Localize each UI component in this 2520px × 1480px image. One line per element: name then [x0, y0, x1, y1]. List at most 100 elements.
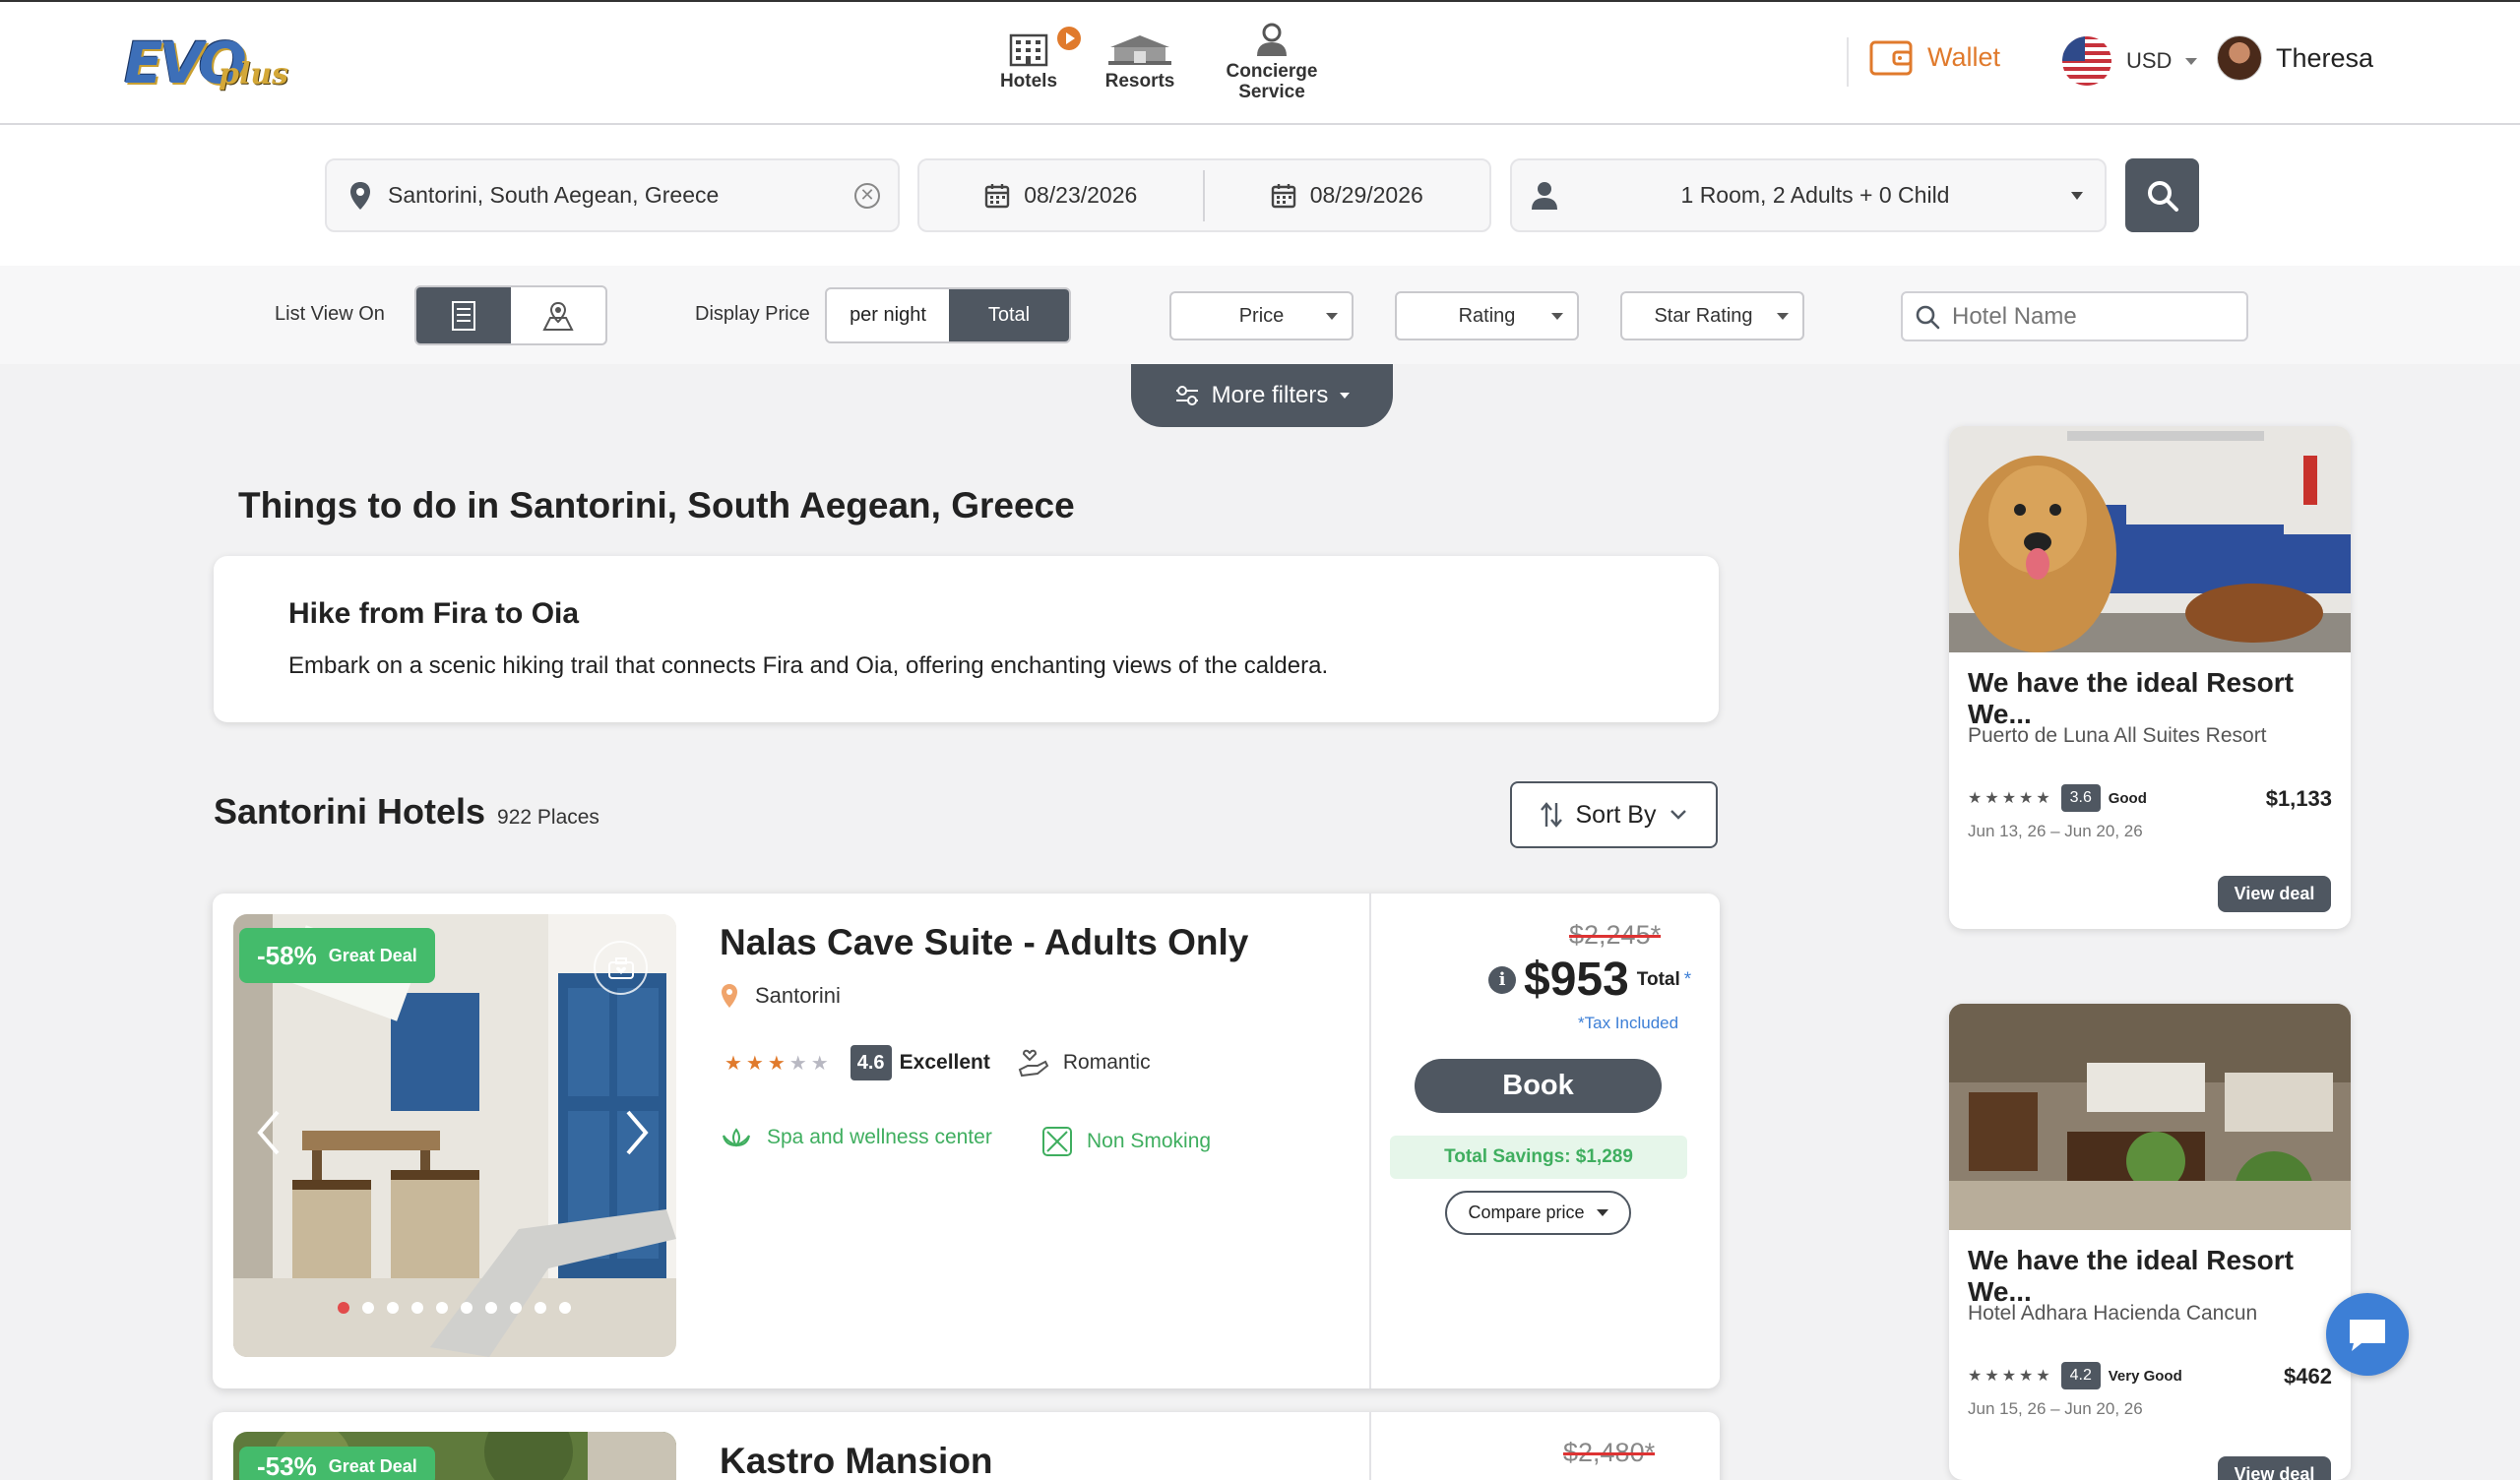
pagination-dot[interactable]: [559, 1302, 571, 1314]
destination-field[interactable]: Santorini, South Aegean, Greece ✕: [325, 158, 900, 232]
info-icon[interactable]: i: [1488, 965, 1516, 994]
compare-price-label: Compare price: [1468, 1202, 1585, 1222]
rating-text: Very Good: [2108, 1367, 2182, 1385]
current-price-row: i $953 Total *: [1488, 953, 1691, 1007]
chevron-down-icon: [2071, 191, 2083, 200]
list-document-icon: [452, 300, 475, 331]
nav-resorts-label: Resorts: [1104, 71, 1175, 92]
map-view-button[interactable]: [511, 287, 605, 343]
evo-plus-logo[interactable]: EVO plus: [124, 30, 288, 100]
checkout-value: 08/29/2026: [1309, 182, 1423, 208]
sort-by-label: Sort By: [1575, 800, 1657, 829]
star-rating-icons: ★★★★★: [1968, 1368, 2053, 1385]
favorite-button[interactable]: [594, 941, 648, 995]
user-menu[interactable]: Theresa: [2217, 35, 2373, 81]
amenity-non-smoking-label: Non Smoking: [1087, 1130, 1212, 1152]
pagination-dot[interactable]: [510, 1302, 522, 1314]
chevron-right-icon[interactable]: [622, 1108, 652, 1157]
date-range-field[interactable]: 08/23/2026 08/29/2026: [917, 158, 1491, 232]
ad-title: We have the ideal Resort We...: [1968, 667, 2294, 729]
location-pin-icon: [350, 181, 370, 210]
wallet-button[interactable]: Wallet: [1868, 37, 2000, 77]
ad-subtitle: Hotel Adhara Hacienda Cancun: [1968, 1302, 2258, 1325]
things-to-do-title: Things to do in Santorini, South Aegean,…: [238, 485, 1075, 525]
view-deal-button[interactable]: View deal: [2218, 1456, 2331, 1480]
total-savings-badge: Total Savings: $1,289: [1390, 1136, 1687, 1179]
spa-lotus-icon: [723, 1128, 750, 1147]
nav-concierge[interactable]: Concierge Service: [1217, 22, 1327, 102]
chat-button[interactable]: [2326, 1293, 2409, 1376]
deal-badge: -53% Great Deal: [239, 1447, 435, 1480]
chevron-down-icon: [1340, 393, 1351, 399]
view-toggle[interactable]: [414, 285, 607, 345]
resort-ad-card[interactable]: We have the ideal Resort We... Hotel Adh…: [1949, 1004, 2351, 1480]
hotel-name-search[interactable]: [1901, 291, 2248, 341]
activity-card[interactable]: Hike from Fira to Oia Embark on a scenic…: [214, 556, 1719, 722]
more-filters-button[interactable]: More filters: [1131, 364, 1393, 427]
pagination-dot[interactable]: [485, 1302, 497, 1314]
rating-filter-dropdown[interactable]: Rating: [1395, 291, 1579, 340]
deal-badge: -58% Great Deal: [239, 928, 435, 983]
chevron-left-icon[interactable]: [254, 1108, 284, 1157]
pagination-dot[interactable]: [461, 1302, 472, 1314]
resort-ad-card[interactable]: We have the ideal Resort We... Puerto de…: [1949, 426, 2351, 929]
currency-selector[interactable]: USD: [2061, 35, 2198, 87]
resort-lounge-photo: [1949, 1004, 2351, 1230]
nav-hotels[interactable]: Hotels: [994, 31, 1063, 92]
concierge-person-icon: [1257, 23, 1287, 56]
chat-bubble-icon: [2350, 1320, 2385, 1351]
guests-field[interactable]: 1 Room, 2 Adults + 0 Child: [1510, 158, 2107, 232]
price-column-divider: [1369, 894, 1371, 1388]
search-icon: [1916, 305, 1940, 329]
tax-note: *Tax Included: [1578, 1014, 1679, 1032]
price-suffix: Total: [1636, 968, 1680, 990]
star-rating-filter-label: Star Rating: [1654, 304, 1753, 327]
original-price: $2,480*: [1563, 1438, 1656, 1467]
pagination-dot[interactable]: [387, 1302, 399, 1314]
hotel-name[interactable]: Nalas Cave Suite - Adults Only: [720, 922, 1248, 963]
pagination-dot[interactable]: [362, 1302, 374, 1314]
avatar: [2217, 35, 2262, 81]
more-filters-label: More filters: [1211, 382, 1329, 408]
discount-value: -58%: [257, 940, 317, 970]
ad-price: $462: [2284, 1364, 2332, 1388]
calendar-icon: [1271, 183, 1295, 208]
romantic-heart-hand-icon: [1018, 1049, 1049, 1078]
pagination-dot[interactable]: [535, 1302, 546, 1314]
hotel-name[interactable]: Kastro Mansion: [720, 1441, 993, 1480]
hotel-location-text: Santorini: [755, 983, 841, 1008]
checkin-field[interactable]: 08/23/2026: [919, 182, 1203, 209]
ad-dates: Jun 15, 26 – Jun 20, 26: [1968, 1399, 2143, 1418]
price-column-divider: [1369, 1412, 1371, 1480]
search-button[interactable]: [2125, 158, 2199, 232]
book-button[interactable]: Book: [1415, 1059, 1662, 1113]
star-rating-icons: ★★★★★: [1968, 790, 2053, 807]
total-option[interactable]: Total: [948, 289, 1069, 341]
ad-title: We have the ideal Resort We...: [1968, 1245, 2294, 1307]
amenity-non-smoking: Non Smoking: [1041, 1126, 1211, 1157]
chevron-down-icon: [1551, 312, 1563, 320]
sort-arrows-icon: [1540, 802, 1562, 828]
sort-by-button[interactable]: Sort By: [1510, 781, 1718, 848]
nav-hotels-label: Hotels: [999, 71, 1058, 92]
per-night-option[interactable]: per night: [827, 289, 949, 341]
view-deal-button[interactable]: View deal: [2218, 876, 2331, 912]
pagination-dot-active[interactable]: [338, 1302, 349, 1314]
clear-icon[interactable]: ✕: [854, 183, 880, 209]
nav-resorts[interactable]: Resorts: [1101, 31, 1179, 92]
list-view-button[interactable]: [416, 287, 511, 343]
pagination-dot[interactable]: [411, 1302, 423, 1314]
map-pin-icon: [542, 301, 574, 331]
photo-pagination-dots[interactable]: [338, 1302, 571, 1314]
pagination-dot[interactable]: [436, 1302, 448, 1314]
star-rating-filter-dropdown[interactable]: Star Rating: [1620, 291, 1804, 340]
hotel-tag: Romantic: [1062, 1051, 1151, 1074]
user-name: Theresa: [2276, 42, 2374, 73]
hotel-name-input[interactable]: [1952, 302, 2237, 331]
price-filter-dropdown[interactable]: Price: [1169, 291, 1354, 340]
star-rating-icons: ★★★★★: [724, 1052, 833, 1075]
checkout-field[interactable]: 08/29/2026: [1205, 182, 1490, 209]
compare-price-button[interactable]: Compare price: [1445, 1191, 1631, 1235]
price-display-toggle[interactable]: per night Total: [825, 287, 1071, 343]
nav-concierge-label-2: Service: [1238, 82, 1305, 102]
